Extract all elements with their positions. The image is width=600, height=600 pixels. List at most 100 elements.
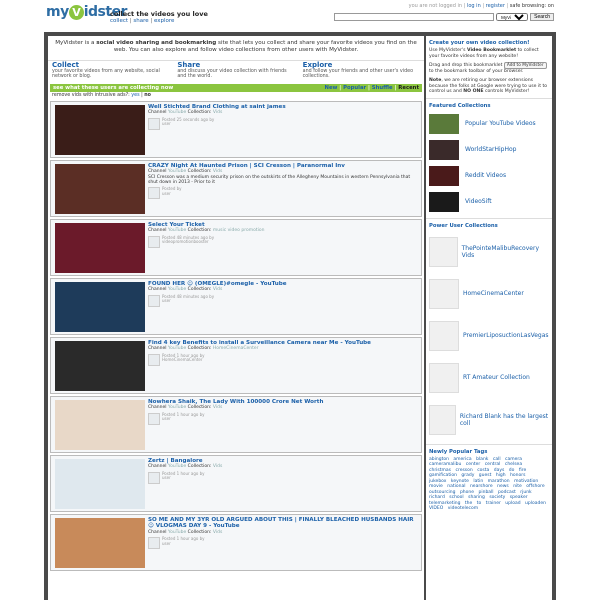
tag-link[interactable]: days [494, 468, 505, 473]
tag-link[interactable]: keynote [451, 479, 469, 484]
tag-link[interactable]: upload [505, 501, 520, 506]
power-user-collection[interactable]: PremierLiposuctionLasVegas [426, 315, 552, 357]
tag-link[interactable]: nite [513, 484, 522, 489]
featured-collection[interactable]: VideoSift [426, 189, 552, 215]
nav-share[interactable]: share [133, 18, 148, 24]
collection-link[interactable]: Richard Blank has the largest coll [460, 413, 549, 427]
avatar[interactable] [148, 187, 160, 200]
tag-link[interactable]: rjunk [520, 490, 531, 495]
tag-link[interactable]: latin [473, 479, 483, 484]
tag-link[interactable]: trainer [486, 501, 501, 506]
tag-link[interactable]: phone [460, 490, 474, 495]
collection-link[interactable]: ThePointeMalibuRecovery Vids [462, 245, 549, 259]
tag-link[interactable]: cresson [455, 468, 472, 473]
intrusive-yes[interactable]: yes [131, 93, 139, 98]
collection-thumbnail[interactable] [429, 404, 456, 435]
tag-link[interactable]: gamification [429, 473, 457, 478]
tag-link[interactable]: grady [461, 473, 474, 478]
tag-link[interactable]: the [465, 501, 472, 506]
search-scope-select[interactable]: MyVidster [496, 13, 529, 21]
collection-link[interactable]: Popular YouTube Videos [465, 120, 536, 127]
register-link[interactable]: register [486, 3, 505, 9]
tag-link[interactable]: news [497, 484, 509, 489]
collection-thumbnail[interactable] [429, 362, 459, 393]
poster-user[interactable]: user [162, 541, 171, 546]
tag-link[interactable]: movie [429, 484, 443, 489]
collection-thumbnail[interactable] [429, 113, 459, 134]
video-thumbnail[interactable] [55, 340, 145, 391]
power-user-collection[interactable]: ThePointeMalibuRecovery Vids [426, 231, 552, 273]
tag-link[interactable]: chelsea [505, 462, 522, 467]
avatar[interactable] [148, 294, 160, 307]
login-link[interactable]: log in [467, 3, 481, 9]
tag-link[interactable]: uploaden [525, 501, 546, 506]
intrusive-no[interactable]: no [144, 93, 151, 98]
featured-collection[interactable]: Reddit Videos [426, 163, 552, 189]
video-thumbnail[interactable] [55, 517, 145, 568]
video-thumbnail[interactable] [55, 281, 145, 332]
nav-explore[interactable]: explore [154, 18, 174, 24]
featured-collection[interactable]: WorldStarHipHop [426, 137, 552, 163]
tag-link[interactable]: telemarketing [429, 501, 460, 506]
collection-thumbnail[interactable] [429, 236, 458, 267]
tag-link[interactable]: school [449, 495, 463, 500]
poster-user[interactable]: videopromotionbooster [162, 239, 209, 244]
tag-link[interactable]: jukebox [429, 479, 446, 484]
tag-link[interactable]: central [485, 462, 501, 467]
tag-link[interactable]: pinball [478, 490, 493, 495]
search-input[interactable] [334, 13, 495, 21]
collection-link[interactable]: RT Amateur Collection [463, 374, 530, 381]
poster-user[interactable]: user [162, 475, 171, 480]
collection-thumbnail[interactable] [429, 320, 459, 351]
tag-link[interactable]: podcast [498, 490, 516, 495]
avatar[interactable] [148, 471, 160, 484]
video-thumbnail[interactable] [55, 163, 145, 214]
video-thumbnail[interactable] [55, 458, 145, 509]
collection-link[interactable]: PremierLiposuctionLasVegas [463, 332, 549, 339]
poster-user[interactable]: user [162, 121, 171, 126]
video-thumbnail[interactable] [55, 222, 145, 273]
avatar[interactable] [148, 412, 160, 425]
poster-user[interactable]: user [162, 298, 171, 303]
tag-link[interactable]: society [489, 495, 505, 500]
collection-link[interactable]: HomeCinemaCenter [463, 290, 524, 297]
featured-collection[interactable]: Popular YouTube Videos [426, 111, 552, 137]
tag-link[interactable]: honors [510, 473, 525, 478]
tag-link[interactable]: cameramalibu [429, 462, 461, 467]
poster-user[interactable]: HomeCinemaCenter [162, 357, 203, 362]
avatar[interactable] [148, 117, 160, 130]
tag-link[interactable]: motivation [514, 479, 538, 484]
power-user-collection[interactable]: Richard Blank has the largest coll [426, 399, 552, 441]
collection-link[interactable]: WorldStarHipHop [465, 146, 516, 153]
tag-link[interactable]: speaker [510, 495, 528, 500]
tag-link[interactable]: outsourcing [429, 490, 456, 495]
collection-link[interactable]: Reddit Videos [465, 172, 506, 179]
filter-new[interactable]: New [325, 85, 338, 91]
collection-link[interactable]: VideoSift [465, 198, 492, 205]
power-user-collection[interactable]: HomeCinemaCenter [426, 273, 552, 315]
tag-link[interactable]: marathon [488, 479, 510, 484]
collection-thumbnail[interactable] [429, 191, 459, 212]
nav-collect[interactable]: collect [110, 18, 128, 24]
tag-link[interactable]: camera [505, 457, 522, 462]
tag-link[interactable]: blank [476, 457, 488, 462]
video-title[interactable]: SO ME AND MY 3YR OLD ARGUED ABOUT THIS |… [148, 517, 419, 530]
tag-link[interactable]: do [509, 468, 515, 473]
tag-link[interactable]: costa [477, 468, 489, 473]
safe-browsing[interactable]: safe browsing: on [510, 3, 554, 9]
avatar[interactable] [148, 537, 160, 549]
tag-link[interactable]: VIDEO [429, 506, 443, 511]
tag-link[interactable]: high [496, 473, 506, 478]
video-thumbnail[interactable] [55, 104, 145, 155]
tag-link[interactable]: call [493, 457, 501, 462]
tag-link[interactable]: abington [429, 457, 449, 462]
tag-link[interactable]: christmas [429, 468, 451, 473]
power-user-collection[interactable]: RT Amateur Collection [426, 357, 552, 399]
tag-link[interactable]: fire [519, 468, 526, 473]
tag-link[interactable]: sharing [468, 495, 485, 500]
collection-thumbnail[interactable] [429, 165, 459, 186]
tag-link[interactable]: videotelecom [448, 506, 478, 511]
tag-link[interactable]: center [466, 462, 480, 467]
tag-link[interactable]: national [447, 484, 465, 489]
poster-user[interactable]: user [162, 191, 171, 196]
